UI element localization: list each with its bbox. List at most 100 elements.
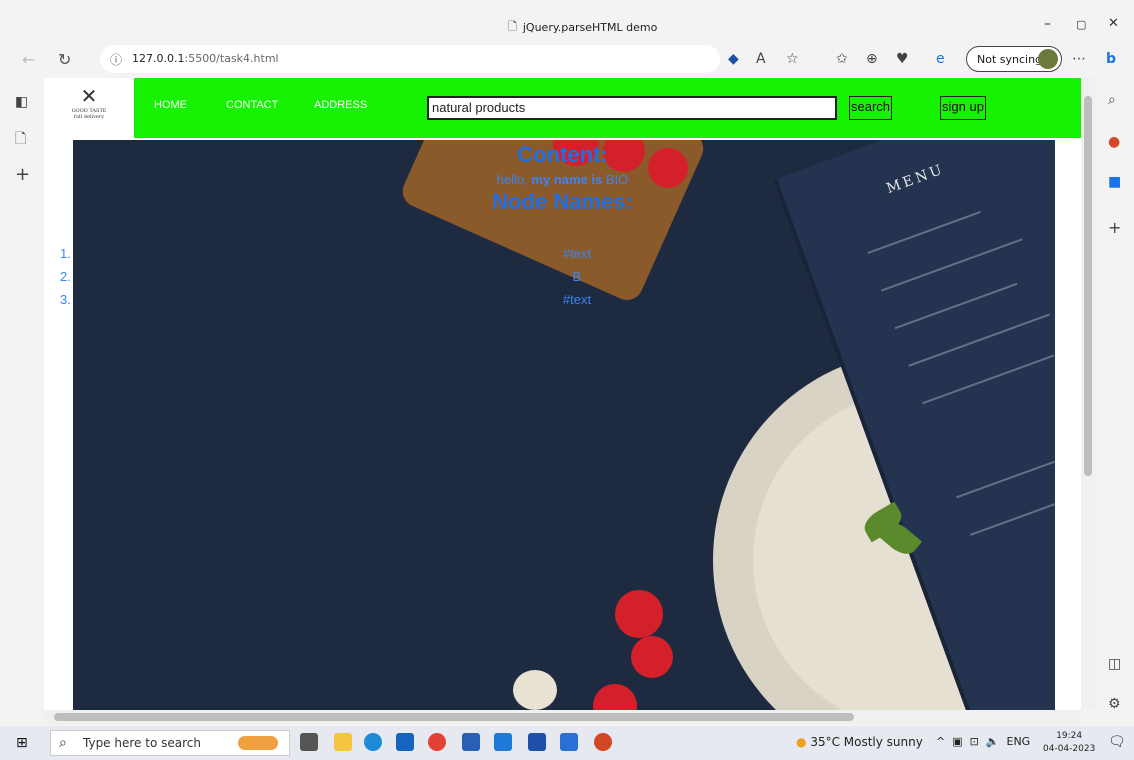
new-tab-icon[interactable]: + bbox=[15, 164, 30, 185]
site-search-input[interactable]: natural products bbox=[427, 96, 837, 120]
bold-node: my name is bbox=[531, 172, 603, 187]
vertical-tabs-rail: ◧ 🗋 + bbox=[0, 82, 44, 704]
text-node: hello, bbox=[496, 172, 532, 187]
url-text[interactable]: 127.0.0.1:5500/task4.html bbox=[132, 52, 279, 65]
vertical-scrollbar[interactable] bbox=[1081, 78, 1095, 710]
cherry-tomato bbox=[631, 636, 673, 678]
back-icon[interactable]: ← bbox=[22, 50, 35, 69]
file-explorer-icon[interactable] bbox=[334, 733, 352, 751]
parsed-content: Content: hello, my name is BIO Node Name… bbox=[44, 140, 1081, 215]
more-icon[interactable]: ⋯ bbox=[1072, 51, 1086, 67]
garlic bbox=[513, 670, 557, 710]
address-bar-row: ← ↻ ⓘ 127.0.0.1:5500/task4.html ◆ A ☆ ✩ … bbox=[0, 40, 1134, 78]
taskbar: ⊞ ⌕ Type here to search ● 35°C Mostly su… bbox=[0, 726, 1134, 760]
sidebar-rail: ⌕ ● ■ + ◫ ⚙ bbox=[1098, 82, 1134, 712]
read-aloud-icon[interactable]: A bbox=[756, 51, 766, 67]
weather-text: 35°C Mostly sunny bbox=[810, 735, 923, 749]
add-sidebar-icon[interactable]: + bbox=[1108, 218, 1121, 237]
site-logo[interactable]: ✕ GOOD TASTE full delivery bbox=[44, 78, 134, 138]
paintbrush-icon[interactable] bbox=[238, 736, 278, 750]
shopping-icon[interactable]: ◆ bbox=[728, 51, 739, 67]
scroll-thumb[interactable] bbox=[1084, 96, 1092, 476]
url-host: 127.0.0.1 bbox=[132, 52, 185, 65]
weather-widget[interactable]: ● 35°C Mostly sunny bbox=[796, 735, 923, 749]
scroll-thumb[interactable] bbox=[54, 713, 854, 721]
minimize-button[interactable]: – bbox=[1044, 16, 1051, 32]
nav-address[interactable]: ADDRESS bbox=[314, 99, 367, 111]
sync-button[interactable]: Not syncing bbox=[966, 46, 1062, 72]
page-icon: 🗋 bbox=[508, 20, 517, 33]
cherry-tomato bbox=[615, 590, 663, 638]
nav-contact[interactable]: CONTACT bbox=[226, 99, 278, 111]
system-tray[interactable]: ^ ▣ ⊡ 🔈 ENG bbox=[936, 735, 1030, 748]
language-indicator[interactable]: ENG bbox=[1007, 735, 1031, 748]
settings-icon[interactable]: ⚙ bbox=[1108, 696, 1121, 712]
nav-home[interactable]: HOME bbox=[154, 99, 187, 111]
search-icon: ⌕ bbox=[59, 735, 67, 751]
content-heading: Content: bbox=[517, 142, 608, 167]
close-button[interactable]: ✕ bbox=[1108, 16, 1119, 31]
window-title-text: jQuery.parseHTML demo bbox=[522, 21, 658, 34]
search-icon[interactable]: ⌕ bbox=[1108, 92, 1116, 108]
collections-icon[interactable]: ⊕ bbox=[866, 51, 878, 67]
mail-icon[interactable] bbox=[396, 733, 414, 751]
task-view-icon[interactable] bbox=[300, 733, 318, 751]
sync-label: Not syncing bbox=[977, 53, 1043, 66]
text-node: BIO bbox=[602, 172, 629, 187]
favorite-add-icon[interactable]: ☆ bbox=[786, 51, 799, 67]
weather-icon: ● bbox=[796, 735, 807, 749]
clock[interactable]: 19:24 04-04-2023 bbox=[1043, 730, 1095, 756]
hero-image: MENU bbox=[73, 140, 1055, 710]
taskbar-search-placeholder: Type here to search bbox=[83, 736, 201, 750]
avatar bbox=[1038, 49, 1058, 69]
site-header: ✕ GOOD TASTE full delivery HOME CONTACT … bbox=[44, 78, 1081, 138]
clock-time: 19:24 bbox=[1056, 731, 1083, 741]
clock-date: 04-04-2023 bbox=[1043, 744, 1096, 754]
cherry-tomato bbox=[593, 684, 637, 710]
edge-taskbar-icon[interactable] bbox=[364, 733, 382, 751]
notification-icon[interactable]: 🗨 bbox=[1108, 734, 1126, 750]
refresh-icon[interactable]: ↻ bbox=[58, 50, 71, 69]
list-item: 3. #text bbox=[44, 292, 1081, 315]
photos-icon[interactable] bbox=[560, 733, 578, 751]
list-item: 2. B bbox=[44, 269, 1081, 292]
window-title: 🗋 jQuery.parseHTML demo bbox=[508, 18, 657, 37]
sidebar-toggle-icon[interactable]: ◫ bbox=[1108, 656, 1121, 672]
powershell-icon[interactable] bbox=[528, 733, 546, 751]
tab-actions-icon[interactable]: ◧ bbox=[15, 94, 28, 110]
menu-line bbox=[922, 354, 1055, 405]
list-item: 1. #text bbox=[44, 246, 1081, 269]
favorites-icon[interactable]: ✩ bbox=[836, 51, 848, 67]
menu-line bbox=[956, 455, 1055, 499]
windows-start-icon[interactable]: ⊞ bbox=[16, 735, 28, 751]
node-name: #text bbox=[562, 292, 592, 307]
discover-icon[interactable]: ● bbox=[1108, 134, 1120, 150]
node-names-heading: Node Names: bbox=[492, 189, 633, 214]
info-icon[interactable]: ⓘ bbox=[110, 51, 122, 68]
search-button[interactable]: search bbox=[849, 96, 893, 120]
logo-subtext: full delivery bbox=[73, 114, 105, 120]
node-list: 1. #text 2. B 3. #text bbox=[44, 246, 1081, 315]
edge-icon[interactable]: e bbox=[936, 51, 945, 67]
bing-icon[interactable]: b bbox=[1106, 51, 1116, 67]
powerpoint-icon[interactable] bbox=[594, 733, 612, 751]
title-bar: 🗋 jQuery.parseHTML demo – ▢ ✕ bbox=[0, 0, 1134, 38]
tab-page-icon[interactable]: 🗋 bbox=[15, 128, 26, 152]
outlook-icon[interactable]: ■ bbox=[1108, 174, 1121, 190]
vscode-icon[interactable] bbox=[494, 733, 512, 751]
chrome-icon[interactable] bbox=[428, 733, 446, 751]
url-path: :5500/task4.html bbox=[184, 52, 279, 65]
menu-line bbox=[908, 313, 1051, 367]
horizontal-scrollbar[interactable] bbox=[44, 710, 1081, 724]
address-bar[interactable]: ⓘ 127.0.0.1:5500/task4.html bbox=[100, 45, 720, 73]
content-paragraph: hello, my name is BIO bbox=[44, 172, 1081, 187]
restore-button[interactable]: ▢ bbox=[1076, 18, 1086, 31]
heart-icon[interactable]: ♥ bbox=[896, 51, 909, 67]
word-icon[interactable] bbox=[462, 733, 480, 751]
signup-button[interactable]: sign up bbox=[940, 96, 986, 120]
node-name: #text bbox=[562, 246, 592, 261]
node-name: B bbox=[572, 269, 582, 284]
cutlery-icon: ✕ bbox=[80, 84, 98, 108]
menu-line bbox=[969, 482, 1055, 536]
page-viewport: ✕ GOOD TASTE full delivery HOME CONTACT … bbox=[44, 78, 1081, 710]
